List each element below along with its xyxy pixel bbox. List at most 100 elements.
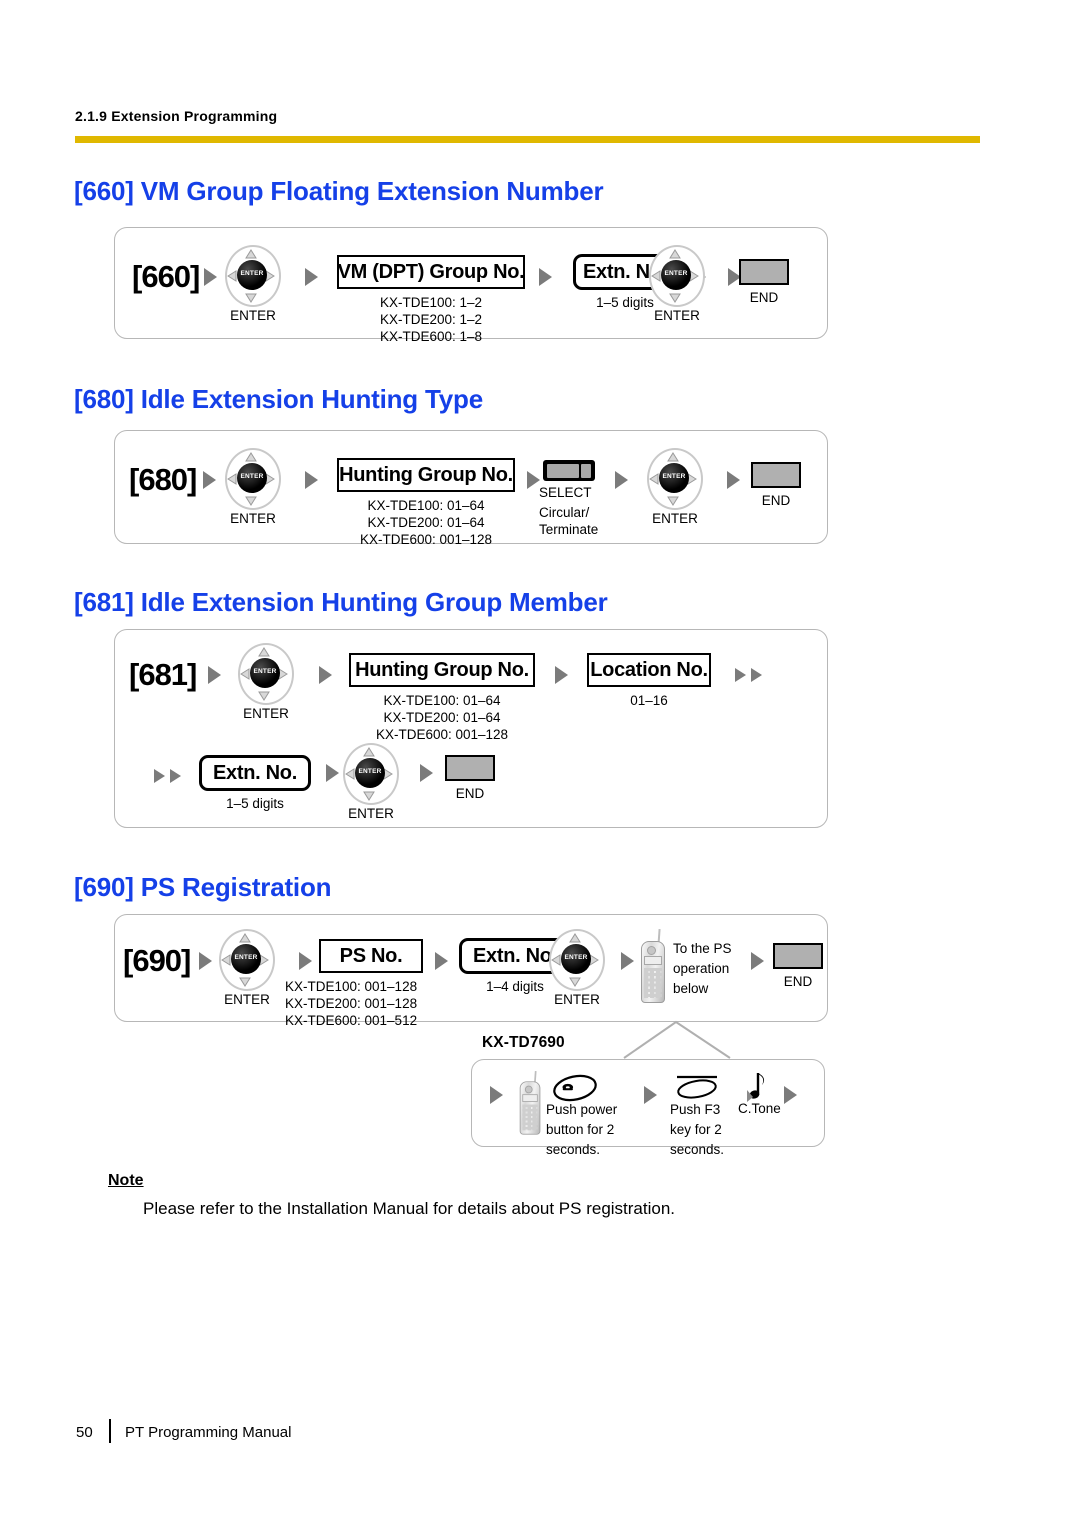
enter-label-690-b: ENTER [554,992,600,1007]
enter-label-681-b: ENTER [348,806,394,821]
field-location-no[interactable]: Location No. [587,653,711,687]
arrow-icon [435,952,448,970]
arrow-icon [319,666,332,684]
footer-manual-title: PT Programming Manual [125,1424,292,1441]
f3-key-icon[interactable] [674,1074,720,1100]
caption-push-power: Push power button for 2 seconds. [546,1102,618,1157]
arrow-icon [539,268,552,286]
enter-label-680-b: ENTER [652,511,698,526]
enter-navigator-icon: ENTER [225,448,281,510]
arrow-icon [735,668,746,682]
enter-key-text: ENTER [358,768,382,775]
arrow-icon [420,764,433,782]
arrow-icon [203,471,216,489]
end-label-680: END [761,493,791,508]
end-key-icon[interactable] [773,943,823,969]
enter-navigator-icon: ENTER [343,743,399,805]
section-heading-681: [681] Idle Extension Hunting Group Membe… [74,587,608,617]
arrow-icon [751,952,764,970]
caption-hunting-group-range-681: KX-TDE100: 01–64 KX-TDE200: 01–64 KX-TDE… [375,693,509,742]
end-label-660: END [749,290,779,305]
caption-hunting-group-range-680: KX-TDE100: 01–64 KX-TDE200: 01–64 KX-TDE… [359,498,493,547]
program-code-680: [680] [129,462,197,497]
ps-handset-icon [518,1070,541,1135]
caption-extn-digits-681: 1–5 digits [226,796,284,811]
diagram-box-681: [681] ENTER ENTER Hunting Group No. KX-T… [114,629,828,828]
arrow-icon [199,952,212,970]
arrow-icon [305,268,318,286]
footer-divider [109,1419,111,1443]
enter-navigator-icon: ENTER [238,643,294,705]
tone-note-icon [744,1070,770,1104]
arrow-icon [727,471,740,489]
enter-navigator-icon: ENTER [549,929,605,991]
section-heading-680: [680] Idle Extension Hunting Type [74,384,483,414]
arrow-icon [154,769,165,783]
enter-label-690-a: ENTER [224,992,270,1007]
program-code-690: [690] [123,943,191,978]
select-key-icon[interactable] [543,460,595,481]
arrow-icon [299,952,312,970]
field-hunting-group-no-681[interactable]: Hunting Group No. [349,653,535,687]
end-label-681: END [455,786,485,801]
arrow-icon [490,1086,503,1104]
enter-navigator-icon: ENTER [647,448,703,510]
program-code-681: [681] [129,657,197,692]
caption-push-f3: Push F3 key for 2 seconds. [670,1102,725,1157]
enter-label-660-a: ENTER [230,308,276,323]
diagram-box-690: [690] ENTER ENTER PS No. KX-TDE100: 001–… [114,914,828,1028]
program-code-660: [660] [132,259,200,294]
select-caption-680: Circular/ Terminate [539,505,599,537]
field-ps-no[interactable]: PS No. [319,939,423,973]
enter-key-text: ENTER [662,473,686,480]
footer-page-number: 50 [76,1424,93,1441]
enter-key-text: ENTER [234,954,258,961]
enter-key-text: ENTER [664,270,688,277]
caption-c-tone: C.Tone [738,1101,781,1116]
arrow-icon [208,666,221,684]
arrow-icon [305,471,318,489]
section-heading-660: [660] VM Group Floating Extension Number [74,176,604,206]
enter-navigator-icon: ENTER [225,245,281,307]
caption-ps-no-range: KX-TDE100: 001–128 KX-TDE200: 001–128 KX… [285,979,418,1028]
note-heading: Note [108,1172,144,1189]
arrow-icon [204,268,217,286]
subdiagram-title: KX-TD7690 [482,1034,565,1051]
diagram-box-660: [660] ENTER ENTER VM (DPT) Group No. KX-… [114,227,828,344]
enter-label-681-a: ENTER [243,706,289,721]
enter-label-660-b: ENTER [654,308,700,323]
arrow-icon [170,769,181,783]
caption-location-range: 01–16 [630,693,668,708]
enter-key-text: ENTER [564,954,588,961]
note-body: Please refer to the Installation Manual … [143,1199,676,1218]
breadcrumb: 2.1.9 Extension Programming [75,108,278,124]
caption-vm-group-range: KX-TDE100: 1–2 KX-TDE200: 1–2 KX-TDE600:… [379,295,483,344]
arrow-icon [615,471,628,489]
section-heading-690: [690] PS Registration [74,872,332,902]
select-label-680: SELECT [539,485,592,500]
end-key-icon[interactable] [445,755,495,781]
enter-label-680-a: ENTER [230,511,276,526]
end-label-690: END [783,974,813,989]
arrow-icon [784,1086,797,1104]
enter-key-text: ENTER [240,473,264,480]
diagram-box-680: [680] ENTER ENTER Hunting Group No. KX-T… [114,430,828,547]
manual-page: 2.1.9 Extension Programming [660] VM Gro… [0,0,1080,1527]
ps-handset-icon [639,928,666,1003]
field-extn-no-681[interactable]: Extn. No. [199,755,311,791]
enter-navigator-icon: ENTER [649,245,705,307]
arrow-icon [751,668,762,682]
field-vm-dpt-group-no[interactable]: VM (DPT) Group No. [337,255,525,289]
arrow-icon [621,952,634,970]
enter-navigator-icon: ENTER [219,929,275,991]
arrow-icon [644,1086,657,1104]
end-key-icon[interactable] [739,259,789,285]
caption-to-ps-operation: To the PS operation below [673,941,732,996]
field-hunting-group-no-680[interactable]: Hunting Group No. [337,458,515,492]
header-rule [75,136,980,143]
end-key-icon[interactable] [751,462,801,488]
diagram-box-kx-td7690: Push power button for 2 seconds. Push F3… [471,1059,825,1157]
arrow-icon [555,666,568,684]
enter-key-text: ENTER [240,270,264,277]
arrow-icon [326,764,339,782]
